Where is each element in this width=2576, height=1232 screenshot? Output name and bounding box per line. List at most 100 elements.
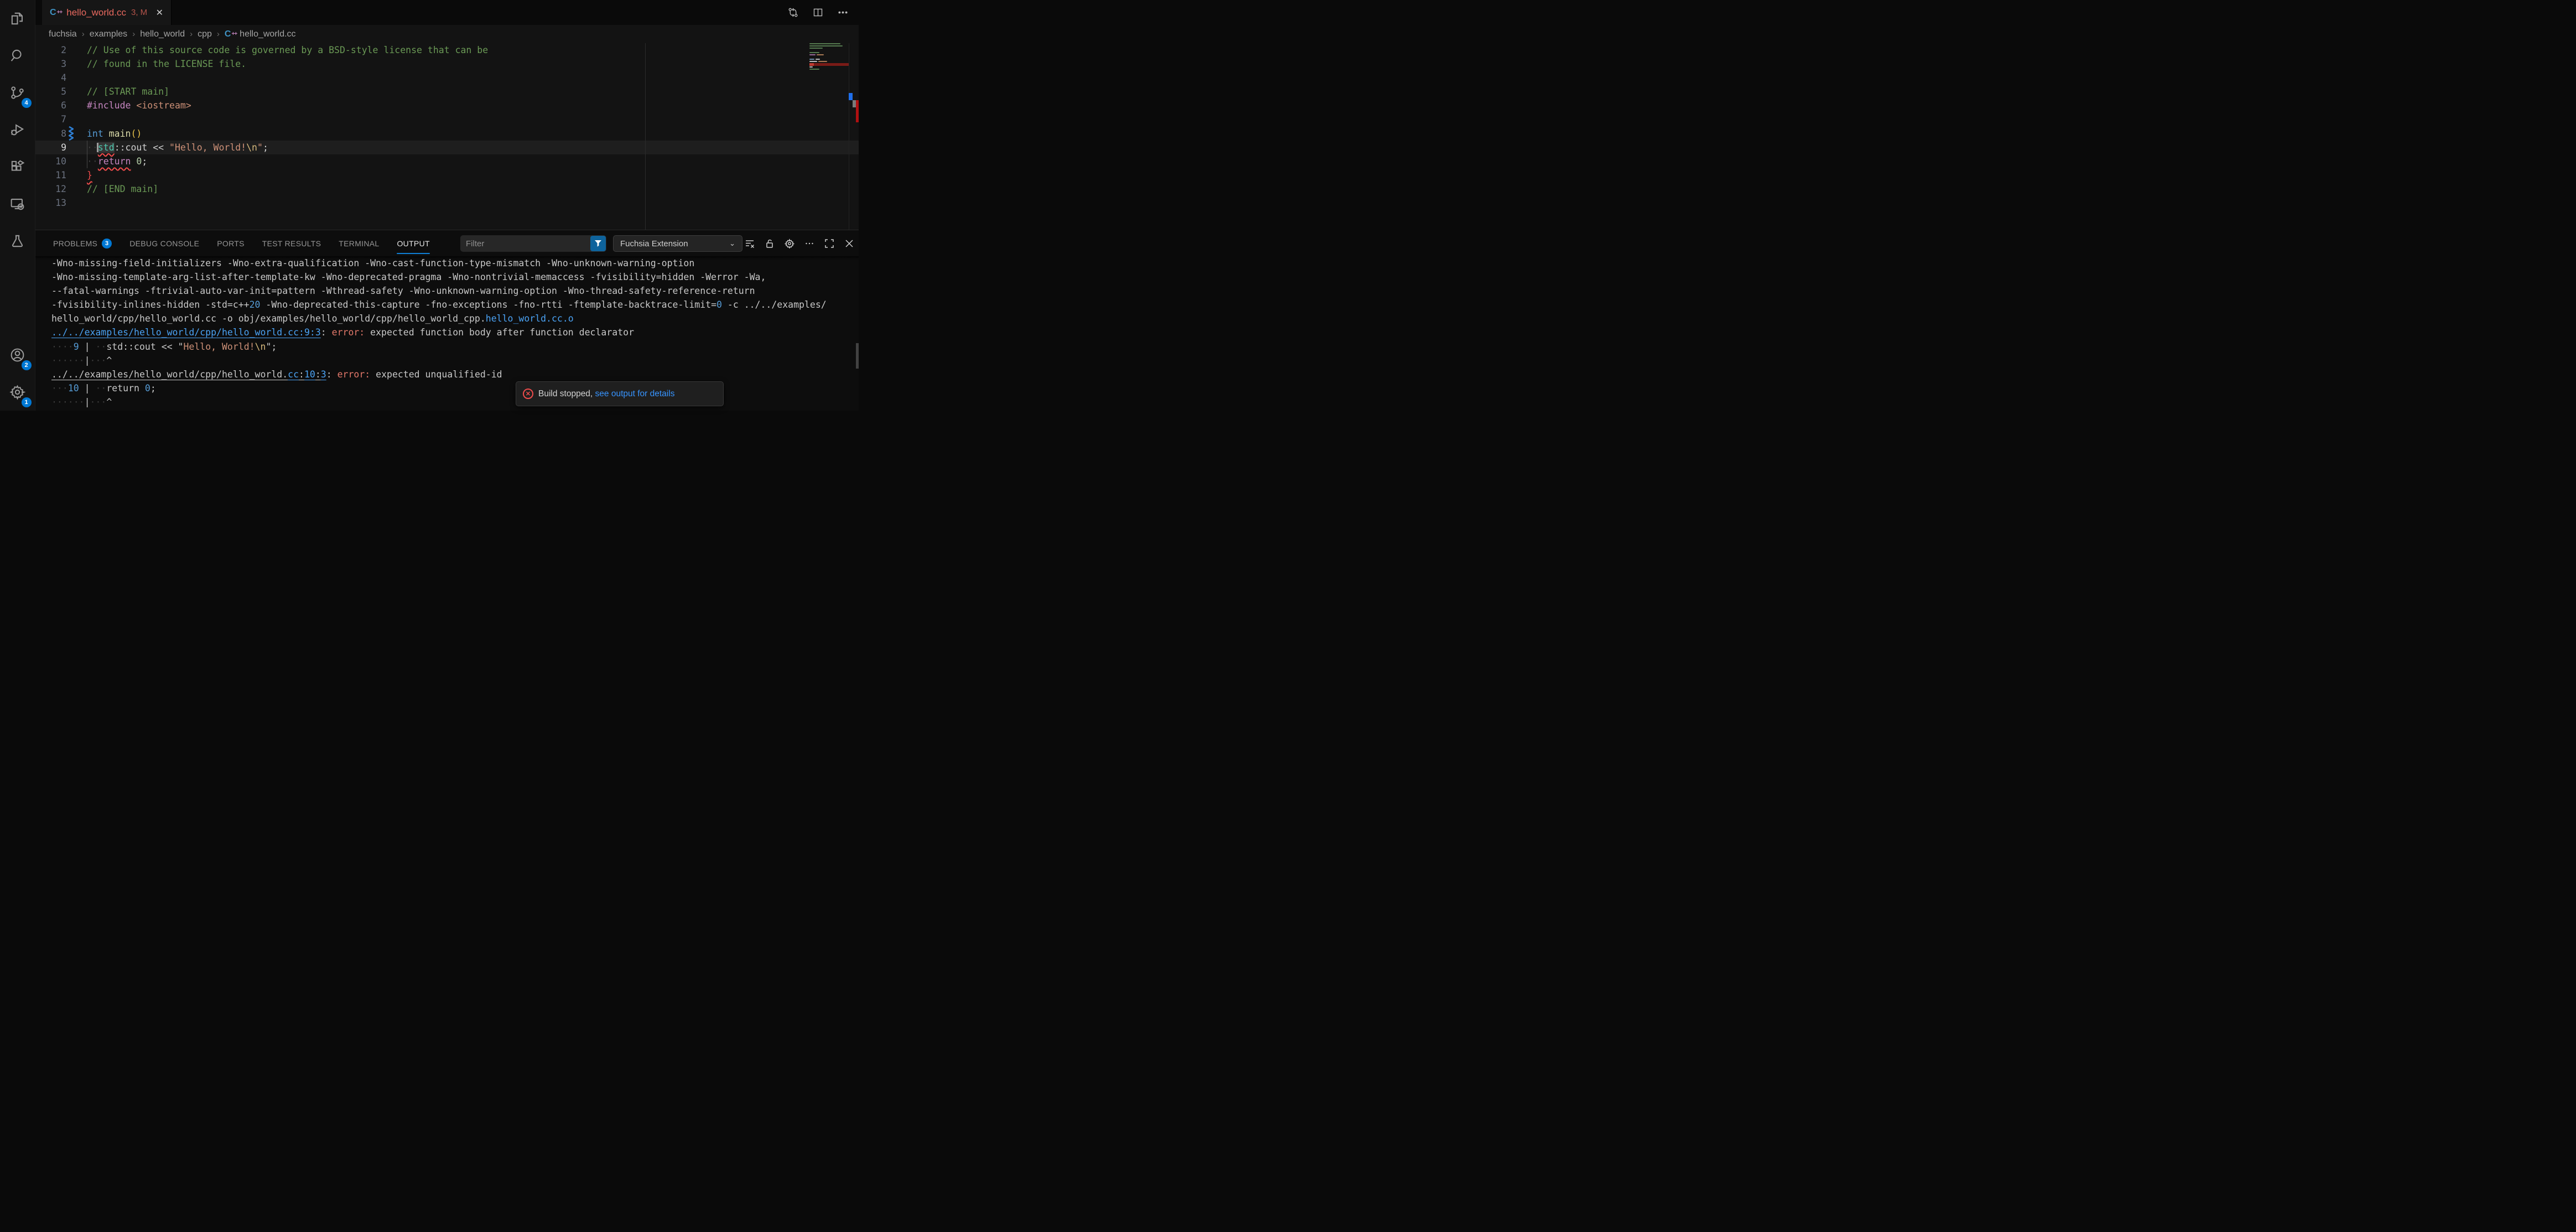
code-line[interactable]: 11}	[35, 168, 859, 182]
accounts-badge: 2	[22, 360, 32, 370]
search-icon[interactable]	[0, 37, 35, 74]
editor-actions	[787, 0, 859, 25]
remote-explorer-icon[interactable]	[0, 185, 35, 222]
breadcrumb-item[interactable]: examples	[90, 29, 127, 39]
code-text: ··std::cout << "Hello, World!\n";	[87, 141, 268, 154]
output-channel-value: Fuchsia Extension	[620, 239, 688, 249]
more-actions-icon[interactable]	[837, 7, 849, 18]
output-line: hello_world/cpp/hello_world.cc -o obj/ex…	[35, 312, 859, 325]
filter-icon[interactable]	[590, 236, 606, 251]
tab-bar: C++ hello_world.cc 3, M ✕	[35, 0, 859, 25]
code-text: #include <iostream>	[87, 99, 191, 112]
code-editor[interactable]: 2// Use of this source code is governed …	[35, 43, 859, 230]
breadcrumb-separator: ›	[217, 29, 220, 39]
chevron-down-icon: ⌄	[729, 239, 735, 248]
panel-tab-test-results[interactable]: TEST RESULTS	[262, 230, 321, 256]
code-line[interactable]: 8int main()	[35, 127, 859, 141]
tab-file-label: hello_world.cc	[66, 7, 126, 18]
sync-changes-icon[interactable]	[787, 7, 799, 18]
code-line[interactable]: 12// [END main]	[35, 182, 859, 196]
source-control-icon[interactable]: 4	[0, 74, 35, 111]
code-line[interactable]: 9 ··std::cout << "Hello, World!\n";	[35, 141, 859, 154]
output-channel-select[interactable]: Fuchsia Extension ⌄	[613, 235, 742, 252]
gutter-margin	[66, 57, 87, 71]
breadcrumb-item[interactable]: fuchsia	[49, 29, 77, 39]
output-line: -Wno-missing-field-initializers -Wno-ext…	[35, 256, 859, 270]
panel-tab-terminal[interactable]: TERMINAL	[339, 230, 379, 256]
gear-icon[interactable]	[784, 238, 794, 249]
panel-header: PROBLEMS3 DEBUG CONSOLE PORTS TEST RESULTS T…	[35, 230, 859, 256]
line-number: 11	[35, 168, 66, 182]
overview-modified-mark	[849, 93, 853, 100]
run-debug-icon[interactable]	[0, 111, 35, 148]
panel-scrollbar-thumb[interactable]	[856, 343, 859, 369]
output-line: -fvisibility-inlines-hidden -std=c++20 -…	[35, 298, 859, 312]
settings-badge: 1	[22, 397, 32, 407]
panel-tab-problems[interactable]: PROBLEMS3	[53, 230, 112, 256]
line-number: 9	[35, 141, 66, 154]
code-line[interactable]: 6#include <iostream>	[35, 99, 859, 112]
close-panel-icon[interactable]	[844, 238, 854, 249]
gutter-margin	[66, 141, 87, 154]
maximize-panel-icon[interactable]	[824, 238, 834, 249]
notification-toast[interactable]: ✕ Build stopped, see output for details	[516, 381, 724, 406]
unlock-icon[interactable]	[764, 238, 775, 249]
code-line[interactable]: 7	[35, 112, 859, 126]
split-editor-icon[interactable]	[812, 7, 824, 18]
panel-tab-debug-console[interactable]: DEBUG CONSOLE	[129, 230, 199, 256]
bottom-panel: PROBLEMS3 DEBUG CONSOLE PORTS TEST RESULTS T…	[35, 230, 859, 411]
tab-problems-modified-badge: 3, M	[131, 8, 147, 17]
panel-tab-output[interactable]: OUTPUT	[397, 230, 429, 256]
test-beaker-icon[interactable]	[0, 222, 35, 260]
notification-link[interactable]: see output for details	[595, 389, 675, 398]
code-text: ··return 0;	[87, 154, 147, 168]
minimap[interactable]	[809, 43, 849, 230]
code-text: int main()	[87, 127, 142, 141]
problems-badge: 3	[102, 239, 112, 249]
line-number: 2	[35, 43, 66, 57]
explorer-icon[interactable]	[0, 0, 35, 37]
breadcrumb-separator: ›	[82, 29, 85, 39]
breadcrumb: fuchsia›examples›hello_world›cpp›C++hell…	[35, 25, 859, 43]
code-line[interactable]: 5// [START main]	[35, 85, 859, 99]
output-filter-box	[460, 235, 606, 252]
breadcrumb-separator: ›	[132, 29, 135, 39]
code-line[interactable]: 2// Use of this source code is governed …	[35, 43, 859, 57]
output-line: ../../examples/hello_world/cpp/hello_wor…	[35, 325, 859, 339]
overview-ruler[interactable]	[849, 43, 859, 230]
code-line[interactable]: 13	[35, 196, 859, 210]
gutter-margin	[66, 85, 87, 99]
output-line: ····9 | ··std::cout << "Hello, World!\n"…	[35, 340, 859, 354]
notification-message: Build stopped, see output for details	[538, 389, 674, 399]
gutter-margin	[66, 99, 87, 112]
gutter-margin	[66, 182, 87, 196]
breadcrumb-item[interactable]: hello_world	[140, 29, 185, 39]
breadcrumb-item[interactable]: cpp	[198, 29, 212, 39]
output-log[interactable]: -Wno-missing-field-initializers -Wno-ext…	[35, 256, 859, 411]
settings-gear-icon[interactable]: 1	[0, 374, 35, 411]
gutter-margin	[66, 112, 87, 126]
filter-input[interactable]	[460, 239, 590, 249]
code-line[interactable]: 4	[35, 71, 859, 85]
vscode-window: 4 2 1 C++ hello_world.cc 3, M ✕	[0, 0, 859, 411]
close-tab-icon[interactable]: ✕	[154, 6, 165, 19]
code-line[interactable]: 3// found in the LICENSE file.	[35, 57, 859, 71]
accounts-icon[interactable]: 2	[0, 337, 35, 374]
minimap-error-line	[809, 63, 849, 66]
clear-output-icon[interactable]	[744, 238, 755, 249]
output-line: ······|···^	[35, 354, 859, 367]
breadcrumb-item[interactable]: C++hello_world.cc	[225, 29, 296, 39]
output-line: --fatal-warnings -ftrivial-auto-var-init…	[35, 284, 859, 298]
output-line: ../../examples/hello_world/cpp/hello_wor…	[35, 367, 859, 381]
code-line[interactable]: 10··return 0;	[35, 154, 859, 168]
extensions-icon[interactable]	[0, 148, 35, 185]
line-number: 3	[35, 57, 66, 71]
panel-tab-ports[interactable]: PORTS	[217, 230, 244, 256]
ellipsis-icon[interactable]	[804, 238, 814, 249]
cpp-file-icon: C++	[50, 8, 62, 17]
gutter-margin	[66, 43, 87, 57]
error-circle-icon: ✕	[523, 389, 533, 399]
gutter-modified-indicator	[69, 126, 74, 141]
tab-hello-world-cc[interactable]: C++ hello_world.cc 3, M ✕	[42, 0, 172, 25]
output-line: ···10 | ··return 0;	[35, 381, 859, 395]
